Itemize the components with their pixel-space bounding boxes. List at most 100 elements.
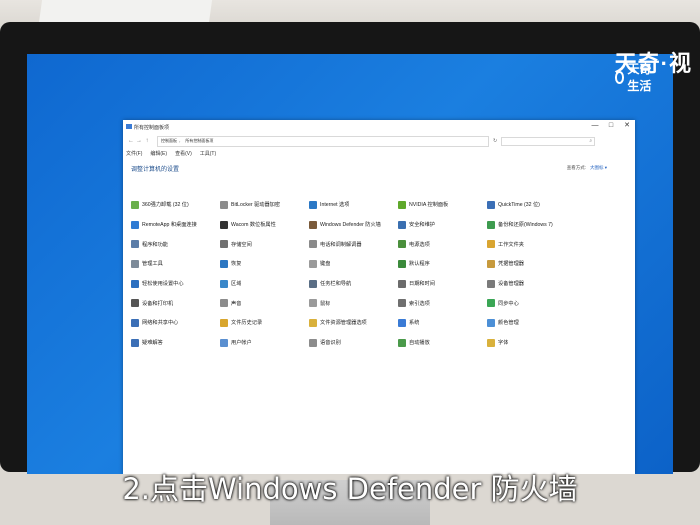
item-icon: [487, 200, 495, 209]
control-panel-item[interactable]: 索引选项: [398, 293, 487, 313]
control-panel-item[interactable]: 键盘: [309, 254, 398, 274]
control-panel-item[interactable]: 鼠标: [309, 293, 398, 313]
view-by-label: 查看方式:: [566, 165, 586, 170]
item-label: 360强力卸载 (32 位): [142, 202, 189, 209]
control-panel-item[interactable]: 默认程序: [398, 254, 487, 274]
control-panel-item[interactable]: 安全和维护: [398, 215, 487, 235]
item-label: 疑难解答: [142, 340, 163, 347]
item-icon: [309, 220, 317, 229]
window-titlebar[interactable]: 所有控制面板项 — □ ✕: [123, 120, 635, 134]
menu-tools[interactable]: 工具(T): [200, 150, 216, 157]
control-panel-item[interactable]: 系统: [398, 313, 487, 333]
item-label: 日期和时间: [409, 281, 435, 288]
watermark-logo-icon: [614, 70, 625, 84]
control-panel-item[interactable]: 颜色管理: [487, 313, 576, 333]
control-panel-item[interactable]: 程序和功能: [131, 234, 220, 254]
control-panel-item[interactable]: 文件资源管理器选项: [309, 313, 398, 333]
item-icon: [309, 318, 317, 327]
control-panel-item[interactable]: 凭据管理器: [487, 254, 576, 274]
item-label: 同步中心: [498, 300, 519, 307]
item-icon: [220, 318, 228, 327]
item-icon: [131, 338, 139, 347]
control-panel-item[interactable]: 用户帐户: [220, 333, 309, 353]
item-label: 电话和调制解调器: [320, 241, 362, 248]
minimize-button[interactable]: —: [587, 120, 603, 132]
up-icon[interactable]: ↑: [143, 138, 151, 144]
search-input[interactable]: ⌕: [501, 136, 596, 146]
forward-icon[interactable]: →: [135, 138, 143, 144]
control-panel-item[interactable]: 声音: [220, 293, 309, 313]
control-panel-item[interactable]: QuickTime (32 位): [487, 195, 576, 215]
item-icon: [220, 200, 228, 209]
item-icon: [487, 259, 495, 268]
item-label: BitLocker 驱动器加密: [231, 202, 281, 209]
control-panel-item[interactable]: 设备管理器: [487, 274, 576, 294]
control-panel-item[interactable]: 文件历史记录: [220, 313, 309, 333]
item-label: 自动播放: [409, 340, 430, 347]
close-button[interactable]: ✕: [619, 120, 635, 132]
control-panel-item[interactable]: 管理工具: [131, 254, 220, 274]
control-panel-item[interactable]: 工作文件夹: [487, 234, 576, 254]
refresh-icon[interactable]: ↻: [493, 138, 497, 144]
control-panel-item[interactable]: 电话和调制解调器: [309, 234, 398, 254]
item-icon: [398, 259, 406, 268]
back-icon[interactable]: ←: [127, 138, 135, 144]
control-panel-item[interactable]: NVIDIA 控制面板: [398, 195, 487, 215]
item-icon: [487, 318, 495, 327]
control-panel-item[interactable]: 语音识别: [309, 333, 398, 353]
maximize-button[interactable]: □: [603, 120, 619, 132]
item-icon: [131, 259, 139, 268]
control-panel-item[interactable]: 备份和还原(Windows 7): [487, 215, 576, 235]
control-panel-item[interactable]: 字体: [487, 333, 576, 353]
item-icon: [220, 220, 228, 229]
control-panel-item[interactable]: Windows Defender 防火墙: [309, 215, 398, 235]
view-by-control[interactable]: 查看方式: 大图标 ▾: [567, 165, 607, 171]
control-panel-window: 所有控制面板项 — □ ✕ ← → ↑ 控制面板 › 所有控制面板项 ↻ ⌕ 文…: [123, 120, 635, 474]
item-label: 电源选项: [409, 241, 430, 248]
watermark-sub: 天奇生活: [614, 60, 658, 94]
window-title: 所有控制面板项: [134, 124, 170, 131]
item-label: QuickTime (32 位): [498, 202, 540, 209]
address-input[interactable]: 控制面板 › 所有控制面板项: [157, 135, 489, 147]
menu-view[interactable]: 查看(V): [175, 150, 192, 157]
control-panel-item[interactable]: 疑难解答: [131, 333, 220, 353]
item-label: Internet 选项: [320, 202, 350, 209]
item-icon: [309, 200, 317, 209]
item-icon: [309, 299, 317, 308]
control-panel-item[interactable]: 同步中心: [487, 293, 576, 313]
control-panel-item[interactable]: BitLocker 驱动器加密: [220, 195, 309, 215]
item-icon: [398, 200, 406, 209]
item-label: 凭据管理器: [498, 261, 524, 268]
control-panel-item[interactable]: 网络和共享中心: [131, 313, 220, 333]
item-label: 存储空间: [231, 241, 252, 248]
item-label: 任务栏和导航: [320, 281, 352, 288]
control-panel-item[interactable]: 任务栏和导航: [309, 274, 398, 294]
breadcrumb-control-panel[interactable]: 控制面板: [161, 138, 177, 144]
item-label: 管理工具: [142, 261, 163, 268]
menu-file[interactable]: 文件(F): [126, 150, 142, 157]
control-panel-item[interactable]: 恢复: [220, 254, 309, 274]
control-panel-item[interactable]: Wacom 数位板属性: [220, 215, 309, 235]
control-panel-item[interactable]: 设备和打印机: [131, 293, 220, 313]
control-panel-item[interactable]: 自动播放: [398, 333, 487, 353]
item-icon: [398, 299, 406, 308]
control-panel-item[interactable]: 区域: [220, 274, 309, 294]
control-panel-item[interactable]: 轻松使用设置中心: [131, 274, 220, 294]
control-panel-item[interactable]: RemoteApp 和桌面连接: [131, 215, 220, 235]
control-panel-item[interactable]: 存储空间: [220, 234, 309, 254]
control-panel-icon: [126, 124, 132, 129]
control-panel-item[interactable]: Internet 选项: [309, 195, 398, 215]
menu-edit[interactable]: 编辑(E): [150, 150, 167, 157]
instruction-caption: 2.点击Windows Defender 防火墙: [122, 472, 578, 506]
page-title: 调整计算机的设置: [131, 167, 180, 173]
desktop-screen: 所有控制面板项 — □ ✕ ← → ↑ 控制面板 › 所有控制面板项 ↻ ⌕ 文…: [27, 54, 673, 474]
view-by-dropdown[interactable]: 大图标 ▾: [590, 165, 607, 171]
item-label: 系统: [409, 320, 420, 327]
item-icon: [398, 279, 406, 288]
breadcrumb-all-items[interactable]: 所有控制面板项: [185, 138, 213, 144]
control-panel-item[interactable]: 电源选项: [398, 234, 487, 254]
control-panel-item[interactable]: 日期和时间: [398, 274, 487, 294]
control-panel-item[interactable]: 360强力卸载 (32 位): [131, 195, 220, 215]
item-icon: [309, 279, 317, 288]
item-icon: [487, 338, 495, 347]
